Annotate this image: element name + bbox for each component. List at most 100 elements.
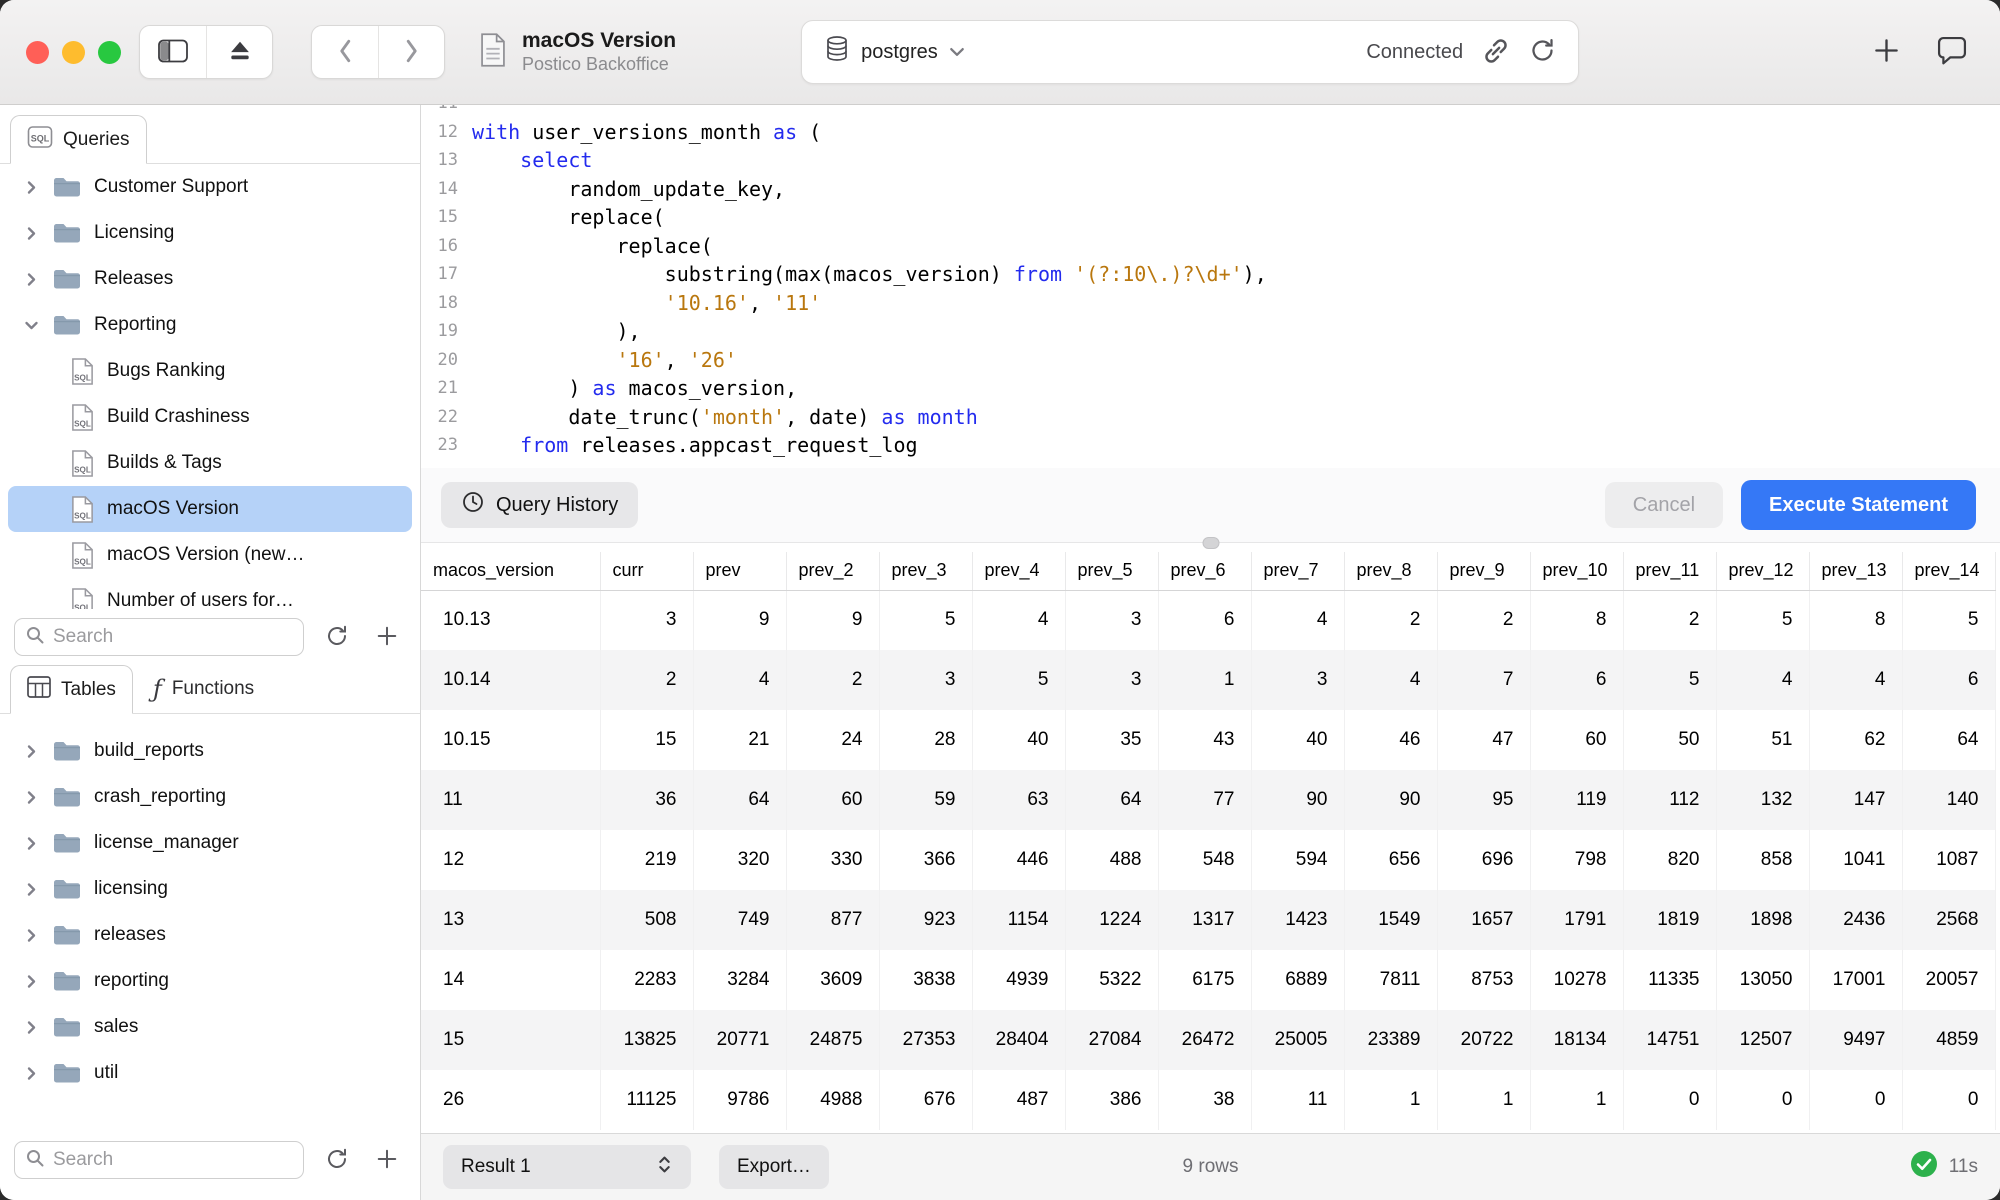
sidebar-schema-folder[interactable]: util bbox=[8, 1050, 412, 1096]
results-cell[interactable]: 2568 bbox=[1902, 890, 1995, 950]
minimize-button[interactable] bbox=[62, 41, 85, 64]
results-cell[interactable]: 696 bbox=[1437, 830, 1530, 890]
table-search-input[interactable] bbox=[53, 1149, 293, 1171]
results-cell[interactable]: 63 bbox=[972, 770, 1065, 830]
results-cell[interactable]: 11 bbox=[1251, 1070, 1344, 1130]
results-cell[interactable]: 8 bbox=[1809, 590, 1902, 650]
refresh-queries-button[interactable] bbox=[320, 620, 354, 654]
results-cell[interactable]: 147 bbox=[1809, 770, 1902, 830]
results-column-header[interactable]: prev_12 bbox=[1716, 552, 1809, 590]
sidebar-query-item[interactable]: SQLmacOS Version bbox=[8, 486, 412, 532]
chevron-down-icon[interactable] bbox=[24, 318, 52, 333]
sidebar-query-item[interactable]: SQLBuild Crashiness bbox=[8, 394, 412, 440]
results-cell[interactable]: 15 bbox=[600, 710, 693, 770]
results-cell[interactable]: 0 bbox=[1809, 1070, 1902, 1130]
results-cell[interactable]: 798 bbox=[1530, 830, 1623, 890]
results-cell[interactable]: 1819 bbox=[1623, 890, 1716, 950]
results-cell[interactable]: 594 bbox=[1251, 830, 1344, 890]
sidebar-query-folder[interactable]: Reporting bbox=[8, 302, 412, 348]
code-line[interactable]: 22 date_trunc('month', date) as month bbox=[421, 403, 2000, 432]
results-cell[interactable]: 4859 bbox=[1902, 1010, 1995, 1070]
results-cell[interactable]: 1657 bbox=[1437, 890, 1530, 950]
results-row[interactable]: 1221932033036644648854859465669679882085… bbox=[421, 830, 1995, 890]
results-column-header[interactable]: prev_14 bbox=[1902, 552, 1995, 590]
results-cell[interactable]: 1 bbox=[1437, 1070, 1530, 1130]
reconnect-button[interactable] bbox=[1529, 37, 1556, 67]
results-cell[interactable]: 1 bbox=[1530, 1070, 1623, 1130]
sidebar-schema-folder[interactable]: crash_reporting bbox=[8, 774, 412, 820]
chevron-right-icon[interactable] bbox=[24, 744, 52, 759]
results-cell[interactable]: 4 bbox=[1251, 590, 1344, 650]
results-column-header[interactable]: prev_3 bbox=[879, 552, 972, 590]
results-cell[interactable]: 2283 bbox=[600, 950, 693, 1010]
results-cell[interactable]: 23389 bbox=[1344, 1010, 1437, 1070]
results-cell[interactable]: 90 bbox=[1344, 770, 1437, 830]
results-cell[interactable]: 26 bbox=[421, 1070, 600, 1130]
results-cell[interactable]: 27353 bbox=[879, 1010, 972, 1070]
results-cell[interactable]: 6 bbox=[1158, 590, 1251, 650]
results-cell[interactable]: 11335 bbox=[1623, 950, 1716, 1010]
results-cell[interactable]: 1 bbox=[1158, 650, 1251, 710]
results-cell[interactable]: 11 bbox=[421, 770, 600, 830]
query-search-input[interactable] bbox=[53, 626, 293, 648]
results-cell[interactable]: 2 bbox=[600, 650, 693, 710]
results-cell[interactable]: 12 bbox=[421, 830, 600, 890]
sidebar-query-item[interactable]: SQLBugs Ranking bbox=[8, 348, 412, 394]
code-line[interactable]: 16 replace( bbox=[421, 232, 2000, 261]
results-column-header[interactable]: curr bbox=[600, 552, 693, 590]
disconnect-button[interactable] bbox=[206, 26, 272, 78]
results-cell[interactable]: 25005 bbox=[1251, 1010, 1344, 1070]
results-cell[interactable]: 9 bbox=[693, 590, 786, 650]
results-cell[interactable]: 9497 bbox=[1809, 1010, 1902, 1070]
results-cell[interactable]: 21 bbox=[693, 710, 786, 770]
code-line[interactable]: 18 '10.16', '11' bbox=[421, 289, 2000, 318]
results-cell[interactable]: 2436 bbox=[1809, 890, 1902, 950]
results-cell[interactable]: 386 bbox=[1065, 1070, 1158, 1130]
results-cell[interactable]: 6 bbox=[1530, 650, 1623, 710]
results-cell[interactable]: 64 bbox=[1902, 710, 1995, 770]
results-column-header[interactable]: prev_10 bbox=[1530, 552, 1623, 590]
results-cell[interactable]: 877 bbox=[786, 890, 879, 950]
forward-button[interactable] bbox=[378, 26, 444, 78]
results-cell[interactable]: 10.14 bbox=[421, 650, 600, 710]
chevron-right-icon[interactable] bbox=[24, 882, 52, 897]
results-cell[interactable]: 3 bbox=[1065, 590, 1158, 650]
results-cell[interactable]: 366 bbox=[879, 830, 972, 890]
results-row[interactable]: 1136646059636477909095119112132147140 bbox=[421, 770, 1995, 830]
results-row[interactable]: 1513825207712487527353284042708426472250… bbox=[421, 1010, 1995, 1070]
tab-tables[interactable]: Tables bbox=[10, 665, 133, 714]
results-cell[interactable]: 6 bbox=[1902, 650, 1995, 710]
results-cell[interactable]: 4 bbox=[1716, 650, 1809, 710]
results-cell[interactable]: 35 bbox=[1065, 710, 1158, 770]
results-cell[interactable]: 3 bbox=[1251, 650, 1344, 710]
results-cell[interactable]: 28404 bbox=[972, 1010, 1065, 1070]
results-cell[interactable]: 77 bbox=[1158, 770, 1251, 830]
results-cell[interactable]: 40 bbox=[1251, 710, 1344, 770]
results-cell[interactable]: 508 bbox=[600, 890, 693, 950]
results-cell[interactable]: 5 bbox=[879, 590, 972, 650]
results-cell[interactable]: 59 bbox=[879, 770, 972, 830]
results-cell[interactable]: 2 bbox=[786, 650, 879, 710]
chevron-right-icon[interactable] bbox=[24, 836, 52, 851]
results-cell[interactable]: 27084 bbox=[1065, 1010, 1158, 1070]
results-cell[interactable]: 43 bbox=[1158, 710, 1251, 770]
results-column-header[interactable]: prev_9 bbox=[1437, 552, 1530, 590]
results-cell[interactable]: 676 bbox=[879, 1070, 972, 1130]
results-cell[interactable]: 24 bbox=[786, 710, 879, 770]
results-cell[interactable]: 219 bbox=[600, 830, 693, 890]
results-column-header[interactable]: prev bbox=[693, 552, 786, 590]
sidebar-schema-folder[interactable]: releases bbox=[8, 912, 412, 958]
results-cell[interactable]: 10.15 bbox=[421, 710, 600, 770]
results-cell[interactable]: 46 bbox=[1344, 710, 1437, 770]
results-cell[interactable]: 6175 bbox=[1158, 950, 1251, 1010]
results-cell[interactable]: 40 bbox=[972, 710, 1065, 770]
results-cell[interactable]: 2 bbox=[1437, 590, 1530, 650]
results-cell[interactable]: 320 bbox=[693, 830, 786, 890]
results-cell[interactable]: 24875 bbox=[786, 1010, 879, 1070]
chevron-right-icon[interactable] bbox=[24, 226, 52, 241]
results-cell[interactable]: 60 bbox=[1530, 710, 1623, 770]
feedback-button[interactable] bbox=[1936, 36, 1968, 69]
results-cell[interactable]: 119 bbox=[1530, 770, 1623, 830]
results-cell[interactable]: 20722 bbox=[1437, 1010, 1530, 1070]
results-cell[interactable]: 10.13 bbox=[421, 590, 600, 650]
